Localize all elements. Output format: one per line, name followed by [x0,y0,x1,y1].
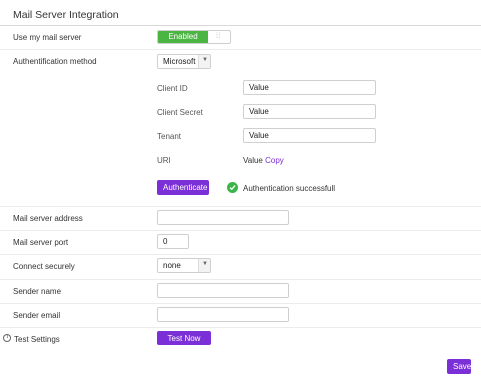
authenticate-button[interactable]: Authenticate [157,180,209,195]
mail-server-address-input[interactable] [157,210,289,225]
tenant-input[interactable] [243,128,376,143]
mail-server-port-input[interactable] [157,234,189,249]
sender-name-label: Sender name [13,287,62,296]
use-mail-server-toggle[interactable]: Enabled ⁞⁞ [157,30,231,44]
auth-method-value: Microsoft [163,57,196,66]
auth-status-text: Authentication successfull [243,184,336,193]
success-check-icon [227,182,238,193]
client-secret-input[interactable] [243,104,376,119]
tenant-label: Tenant [157,132,182,141]
mail-server-address-label: Mail server address [13,214,83,223]
sender-email-label: Sender email [13,311,61,320]
client-id-input[interactable] [243,80,376,95]
uri-value: Value [243,156,263,165]
client-secret-label: Client Secret [157,108,203,117]
row-divider [0,303,481,304]
sender-email-input[interactable] [157,307,289,322]
test-settings-label: Test Settings [14,335,60,344]
row-divider [0,206,481,207]
chevron-down-icon: ▼ [198,55,210,68]
row-divider [0,279,481,280]
title-divider [0,25,481,26]
connect-securely-value: none [163,261,181,270]
connect-securely-label: Connect securely [13,262,75,271]
row-divider [0,327,481,328]
chevron-down-icon: ▼ [198,259,210,272]
auth-method-select[interactable]: Microsoft ▼ [157,54,211,69]
uri-value-row: Value Copy [243,156,284,165]
connect-securely-select[interactable]: none ▼ [157,258,211,273]
client-id-label: Client ID [157,84,188,93]
row-divider [0,254,481,255]
row-divider [0,230,481,231]
save-button[interactable]: Save [447,359,471,374]
mail-server-port-label: Mail server port [13,238,69,247]
page-title: Mail Server Integration [13,9,119,21]
auth-method-label: Authentification method [13,57,97,66]
use-mail-server-label: Use my mail server [13,33,82,42]
copy-link[interactable]: Copy [265,156,284,165]
toggle-grip-icon: ⁞⁞ [216,33,221,40]
uri-label: URI [157,156,171,165]
toggle-state-label: Enabled [158,31,208,43]
test-now-button[interactable]: Test Now [157,331,211,345]
info-icon: i [3,334,11,342]
sender-name-input[interactable] [157,283,289,298]
row-divider [0,49,481,50]
